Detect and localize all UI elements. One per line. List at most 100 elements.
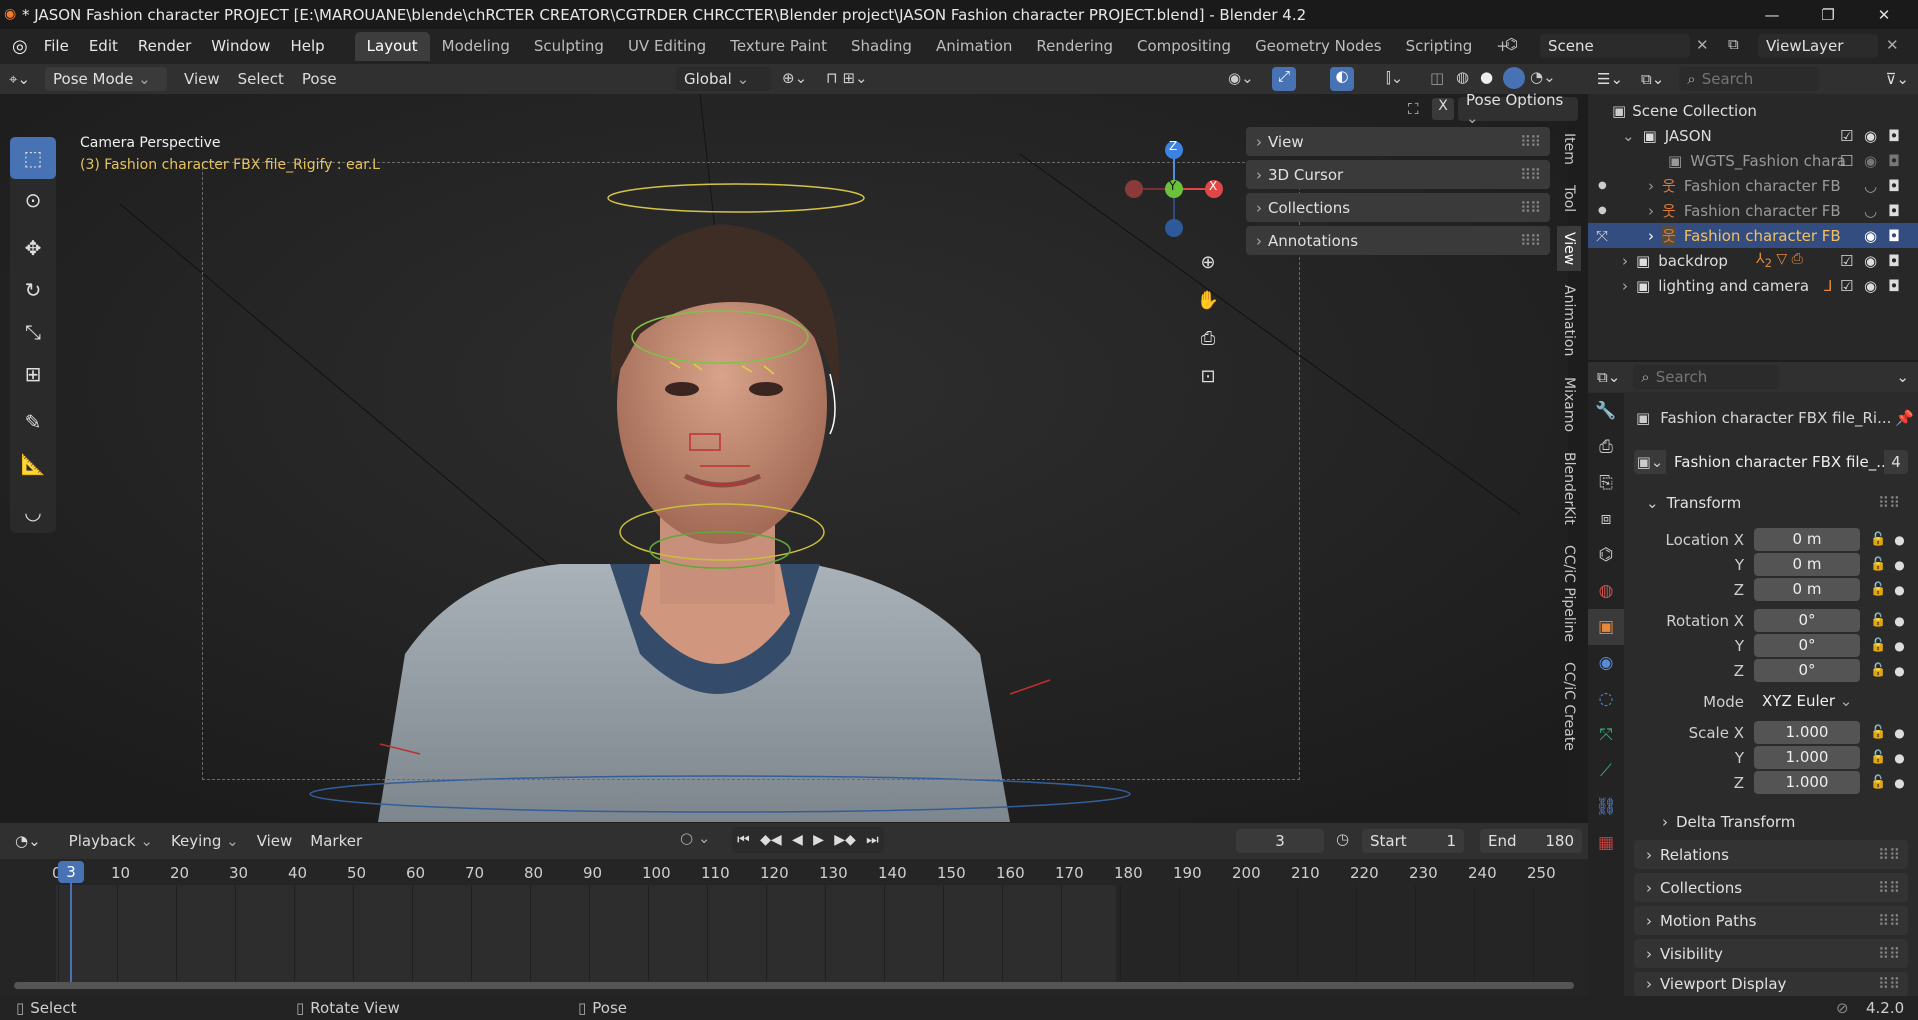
armature-data-tab-icon[interactable]: ⤧ — [1588, 717, 1624, 753]
motion-paths-panel[interactable]: › Motion Paths ⠿⠿ — [1634, 906, 1908, 935]
modifiers-tab-icon[interactable]: ◉ — [1588, 645, 1624, 681]
lock-icon[interactable]: 🔓 — [1870, 557, 1886, 572]
user-count[interactable]: 4 — [1884, 450, 1908, 474]
tab-view[interactable]: View — [1557, 226, 1581, 272]
rotation-z-field[interactable]: 0° — [1754, 659, 1860, 682]
orientation-dropdown[interactable]: Global — [676, 67, 771, 91]
grip-icon[interactable]: ⠿⠿ — [1520, 166, 1541, 184]
options-chevron-icon[interactable]: ⌄ — [1887, 362, 1918, 392]
location-x-field[interactable]: 0 m — [1754, 528, 1860, 551]
grip-icon[interactable]: ⠿⠿ — [1878, 846, 1900, 864]
solid-shading-icon[interactable]: ● — [1480, 68, 1493, 86]
tab-blenderkit[interactable]: BlenderKit — [1557, 446, 1581, 531]
keyframe-dot-icon[interactable]: ● — [1894, 614, 1904, 628]
panel-view[interactable]: › View ⠿⠿ — [1246, 127, 1550, 156]
grip-icon[interactable]: ⠿⠿ — [1878, 912, 1900, 930]
outliner-row-backdrop[interactable]: › ▣ backdrop ⅄2 ▽ ⎙ ☑ ◉ ◘ — [1588, 248, 1918, 273]
filter-icon[interactable]: ⊽⌄ — [1876, 64, 1918, 94]
viewport-display-panel[interactable]: › Viewport Display ⠿⠿ — [1634, 972, 1908, 996]
render-camera-icon[interactable]: ◘ — [1888, 252, 1900, 270]
measure-tool-icon[interactable]: 📐 — [10, 443, 56, 485]
relax-pose-tool-icon[interactable]: ◡ — [10, 491, 56, 533]
outliner-row-jason[interactable]: ⌄ ▣ JASON ☑ ◉ ◘ — [1588, 123, 1918, 148]
tab-animation[interactable]: Animation — [924, 32, 1024, 61]
transform-tool-icon[interactable]: ⊞ — [10, 353, 56, 395]
panel-3d-cursor[interactable]: › 3D Cursor ⠿⠿ — [1246, 160, 1550, 189]
tool-tab-icon[interactable]: 🔧 — [1588, 393, 1624, 429]
snap-icon[interactable]: ⊓ ⊞⌄ — [826, 69, 868, 87]
jump-end-icon[interactable]: ⏭ — [866, 832, 879, 848]
menu-view[interactable]: View — [175, 64, 229, 94]
timeline-editor-icon[interactable]: ◔⌄ — [6, 826, 50, 856]
play-reverse-icon[interactable]: ◀ — [792, 832, 803, 848]
checkbox-icon[interactable]: ☑ — [1840, 252, 1853, 270]
grip-icon[interactable]: ⠿⠿ — [1878, 975, 1900, 993]
lock-icon[interactable]: 🔓 — [1870, 663, 1886, 678]
x-mirror-button[interactable]: X — [1432, 98, 1454, 120]
visibility-icon[interactable]: ◉⌄ — [1228, 69, 1254, 87]
eye-icon[interactable]: ◉ — [1864, 252, 1877, 270]
pin-icon[interactable]: 📌 — [1895, 409, 1914, 427]
menu-select[interactable]: Select — [229, 64, 293, 94]
properties-search-input[interactable] — [1655, 368, 1756, 386]
tab-animation[interactable]: Animation — [1557, 279, 1581, 362]
zoom-icon[interactable]: ⊕ — [1195, 244, 1221, 282]
scene-icon[interactable]: ⌬ — [1505, 35, 1518, 53]
panel-collections[interactable]: › Collections ⠿⠿ — [1246, 193, 1550, 222]
toggle-xray-icon[interactable]: ◫ — [1430, 69, 1444, 87]
rotation-x-field[interactable]: 0° — [1754, 609, 1860, 632]
render-camera-icon[interactable]: ◘ — [1888, 127, 1900, 145]
timeline-scrollbar[interactable] — [14, 982, 1574, 989]
tab-texture-paint[interactable]: Texture Paint — [718, 32, 839, 61]
minimize-button[interactable]: — — [1744, 0, 1800, 29]
maximize-button[interactable]: ❐ — [1800, 0, 1856, 29]
scale-y-field[interactable]: 1.000 — [1754, 746, 1860, 769]
view-layer-tab-icon[interactable]: ⧈ — [1588, 501, 1624, 537]
playhead-frame-badge[interactable]: 3 — [58, 861, 84, 883]
relations-panel[interactable]: › Relations ⠿⠿ — [1634, 840, 1908, 869]
scale-tool-icon[interactable]: ⤡ — [10, 311, 56, 353]
keyframe-dot-icon[interactable]: ● — [1894, 751, 1904, 765]
tab-shading[interactable]: Shading — [839, 32, 924, 61]
annotate-tool-icon[interactable]: ✎ — [10, 401, 56, 443]
lock-icon[interactable]: 🔓 — [1870, 613, 1886, 628]
rotate-tool-icon[interactable]: ↻ — [10, 269, 56, 311]
tab-cc-pipeline[interactable]: CC/iC Pipeline — [1557, 539, 1581, 648]
scene-tab-icon[interactable]: ⌬ — [1588, 537, 1624, 573]
object-browse-icon[interactable]: ▣⌄ — [1634, 450, 1666, 474]
render-camera-icon[interactable]: ◘ — [1888, 202, 1900, 220]
checkbox-icon[interactable]: ☑ — [1840, 277, 1853, 295]
visibility-panel[interactable]: › Visibility ⠿⠿ — [1634, 939, 1908, 968]
material-shading-icon[interactable] — [1503, 67, 1525, 89]
tab-compositing[interactable]: Compositing — [1125, 32, 1243, 61]
eye-icon[interactable]: ◉ — [1864, 127, 1877, 145]
tab-mixamo[interactable]: Mixamo — [1557, 371, 1581, 438]
grip-icon[interactable]: ⠿⠿ — [1520, 199, 1541, 217]
close-viewlayer-icon[interactable]: ✕ — [1886, 36, 1899, 54]
lock-icon[interactable]: 🔓 — [1870, 532, 1886, 547]
snap-toggle-icon[interactable]: ⛶ — [1408, 100, 1419, 118]
tab-scripting[interactable]: Scripting — [1394, 32, 1485, 61]
bone-tab-icon[interactable]: ⟋ — [1588, 753, 1624, 789]
menu-help[interactable]: Help — [280, 29, 334, 64]
blender-menu-icon[interactable]: ◎ — [12, 36, 28, 57]
keyframe-dot-icon[interactable]: ● — [1894, 639, 1904, 653]
overlay-toggle-icon[interactable]: ◐ — [1330, 67, 1354, 91]
outliner-row-fashion-1[interactable]: › 웃 Fashion character FB ◡ ◘ ● — [1588, 173, 1918, 198]
outliner-root[interactable]: ▣ Scene Collection — [1588, 98, 1918, 123]
preview-range-icon[interactable]: ◷ — [1336, 830, 1349, 848]
navigation-gizmo[interactable]: Z Y X — [1124, 136, 1230, 242]
eye-icon[interactable]: ◉ — [1864, 277, 1877, 295]
timeline-view-menu[interactable]: View — [248, 826, 302, 856]
close-button[interactable]: ✕ — [1856, 0, 1912, 29]
pivot-icon[interactable]: ⊕⌄ — [782, 69, 807, 87]
close-scene-icon[interactable]: ✕ — [1696, 36, 1709, 54]
timeline[interactable]: 0 10 20 30 40 50 60 70 80 90 100 110 120 130 140 150 160… — [0, 859, 1588, 996]
keyframe-dot-icon[interactable]: ● — [1894, 583, 1904, 597]
display-mode-icon[interactable]: ⧉⌄ — [1632, 64, 1673, 94]
keyframe-dot-icon[interactable]: ● — [1894, 664, 1904, 678]
auto-keying-icon[interactable]: ○ ⌄ — [680, 829, 710, 847]
keyframe-dot-icon[interactable]: ● — [1894, 533, 1904, 547]
tab-cc-create[interactable]: CC/iC Create — [1557, 656, 1581, 757]
object-tab-icon[interactable]: ▣ — [1588, 609, 1624, 645]
